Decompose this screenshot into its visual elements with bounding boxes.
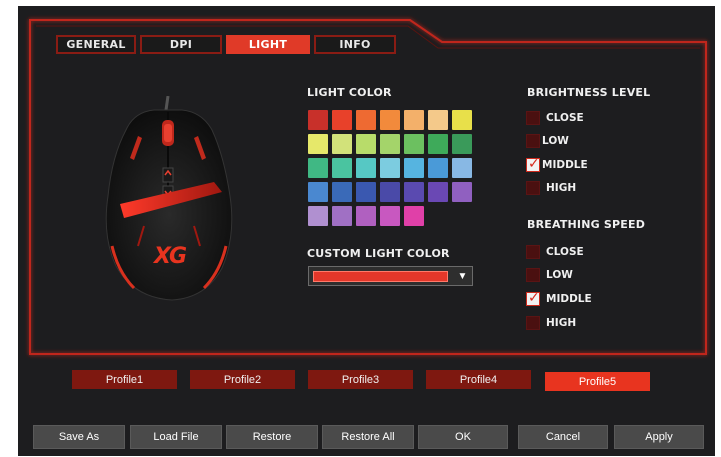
- color-swatch[interactable]: [428, 182, 448, 202]
- tab-general[interactable]: GENERAL: [56, 35, 136, 54]
- color-swatch[interactable]: [428, 134, 448, 154]
- color-swatch[interactable]: [356, 158, 376, 178]
- color-swatch[interactable]: [356, 110, 376, 130]
- breathing-speed-title: BREATHING SPEED: [527, 218, 646, 231]
- color-swatch[interactable]: [380, 110, 400, 130]
- color-swatch[interactable]: [332, 206, 352, 226]
- color-swatch[interactable]: [356, 134, 376, 154]
- color-swatch[interactable]: [452, 158, 472, 178]
- breathing-middle-label: MIDDLE: [546, 293, 592, 305]
- color-swatch[interactable]: [380, 134, 400, 154]
- profile5-button[interactable]: Profile5: [545, 372, 650, 391]
- brightness-high-checkbox[interactable]: [526, 181, 540, 195]
- color-swatch[interactable]: [308, 110, 328, 130]
- brightness-level-title: BRIGHTNESS LEVEL: [527, 86, 651, 99]
- breathing-option-low[interactable]: LOW: [526, 267, 573, 283]
- brightness-low-checkbox[interactable]: [526, 134, 540, 148]
- color-swatch[interactable]: [332, 182, 352, 202]
- breathing-option-high[interactable]: HIGH: [526, 315, 576, 331]
- ok-button[interactable]: OK: [418, 425, 508, 449]
- load-file-button[interactable]: Load File: [130, 425, 222, 449]
- mouse-logo: XG: [154, 244, 187, 269]
- brightness-low-label: LOW: [542, 135, 569, 147]
- color-swatch[interactable]: [452, 182, 472, 202]
- profile2-button[interactable]: Profile2: [190, 370, 295, 389]
- apply-button[interactable]: Apply: [614, 425, 704, 449]
- color-swatch[interactable]: [332, 158, 352, 178]
- color-swatch[interactable]: [332, 134, 352, 154]
- brightness-option-middle[interactable]: MIDDLE: [526, 156, 588, 173]
- light-color-title: LIGHT COLOR: [307, 86, 392, 99]
- color-swatch[interactable]: [428, 110, 448, 130]
- tab-dpi[interactable]: DPI: [140, 35, 222, 54]
- breathing-option-close[interactable]: CLOSE: [526, 244, 584, 260]
- brightness-close-label: CLOSE: [546, 112, 584, 124]
- color-swatch[interactable]: [404, 158, 424, 178]
- color-swatch[interactable]: [356, 182, 376, 202]
- color-swatch[interactable]: [380, 206, 400, 226]
- color-swatch[interactable]: [380, 158, 400, 178]
- mouse-image: XG: [94, 95, 244, 311]
- profile4-button[interactable]: Profile4: [426, 370, 531, 389]
- brightness-option-close[interactable]: CLOSE: [526, 110, 584, 126]
- restore-all-button[interactable]: Restore All: [322, 425, 414, 449]
- color-swatch[interactable]: [404, 110, 424, 130]
- color-swatch[interactable]: [452, 110, 472, 130]
- breathing-close-checkbox[interactable]: [526, 245, 540, 259]
- profile1-button[interactable]: Profile1: [72, 370, 177, 389]
- color-swatch[interactable]: [308, 134, 328, 154]
- brightness-option-high[interactable]: HIGH: [526, 180, 576, 196]
- color-swatch[interactable]: [404, 182, 424, 202]
- custom-light-color-title: CUSTOM LIGHT COLOR: [307, 247, 450, 260]
- color-swatch[interactable]: [308, 206, 328, 226]
- tab-info[interactable]: INFO: [314, 35, 396, 54]
- color-swatch[interactable]: [380, 182, 400, 202]
- brightness-middle-checkbox[interactable]: [526, 156, 540, 172]
- breathing-low-checkbox[interactable]: [526, 268, 540, 282]
- breathing-middle-checkbox[interactable]: [526, 290, 540, 306]
- color-swatch[interactable]: [356, 206, 376, 226]
- restore-button[interactable]: Restore: [226, 425, 318, 449]
- brightness-middle-label: MIDDLE: [542, 159, 588, 171]
- chevron-down-icon[interactable]: ▼: [456, 270, 469, 283]
- custom-color-preview: [313, 271, 448, 282]
- brightness-close-checkbox[interactable]: [526, 111, 540, 125]
- color-swatch[interactable]: [404, 206, 424, 226]
- brightness-option-low[interactable]: LOW: [526, 133, 569, 149]
- profile3-button[interactable]: Profile3: [308, 370, 413, 389]
- breathing-close-label: CLOSE: [546, 246, 584, 258]
- color-swatch[interactable]: [308, 158, 328, 178]
- app-window: GENERAL DPI LIGHT INFO XG LIGHT COLOR CU…: [18, 6, 715, 456]
- color-swatch[interactable]: [404, 134, 424, 154]
- breathing-low-label: LOW: [546, 269, 573, 281]
- brightness-high-label: HIGH: [546, 182, 577, 194]
- breathing-high-checkbox[interactable]: [526, 316, 540, 330]
- breathing-high-label: HIGH: [546, 317, 577, 329]
- color-swatch[interactable]: [308, 182, 328, 202]
- color-swatch[interactable]: [332, 110, 352, 130]
- custom-light-color-select[interactable]: ▼: [308, 266, 473, 286]
- save-as-button[interactable]: Save As: [33, 425, 125, 449]
- cancel-button[interactable]: Cancel: [518, 425, 608, 449]
- color-swatch[interactable]: [428, 158, 448, 178]
- breathing-option-middle[interactable]: MIDDLE: [526, 290, 592, 307]
- color-swatch[interactable]: [452, 134, 472, 154]
- tab-bar: GENERAL DPI LIGHT INFO: [56, 35, 400, 54]
- tab-light[interactable]: LIGHT: [226, 35, 310, 54]
